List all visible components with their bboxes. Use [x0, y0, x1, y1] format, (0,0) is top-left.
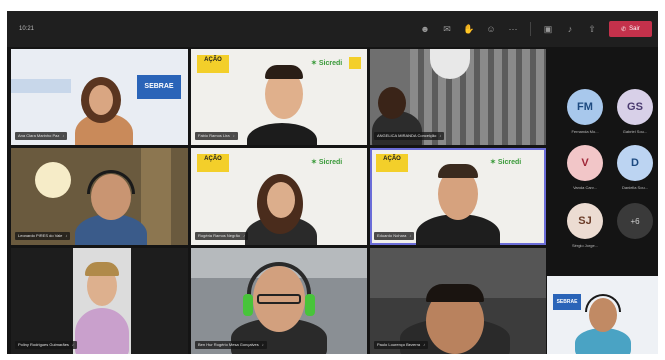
participant-head	[378, 87, 406, 119]
video-tile[interactable]: Leonardo PIRES do Vale ♪	[11, 148, 188, 245]
more-icon[interactable]: ⋯	[504, 20, 522, 38]
participant-name: Ana Clara Marinho Paz ♪	[15, 132, 68, 140]
participant-label: Vanda Carv...	[573, 185, 597, 190]
tile-background	[11, 79, 71, 93]
video-tile[interactable]: Paulo Lourenço Bezerra ♪	[370, 248, 546, 354]
toolbar-divider	[530, 22, 531, 36]
mic-off-icon: ♪	[439, 133, 442, 138]
participant-hair	[265, 65, 303, 79]
participant-name: Poliny Rodrigues Guimarães ♪	[15, 341, 77, 349]
sicredi-logo: ✶ Sicredi	[490, 158, 522, 167]
participant-name: Fabio Ramos Lira ♪	[195, 132, 238, 140]
leave-label: Sair	[629, 26, 640, 32]
participant-name: Paulo Lourenço Bezerra ♪	[374, 341, 429, 349]
mic-icon[interactable]: ♪	[561, 20, 579, 38]
camera-icon[interactable]: ▣	[539, 20, 557, 38]
participant-label: Fernanda Mo...	[571, 129, 599, 134]
participant-avatar[interactable]: FM	[567, 89, 603, 125]
event-banner: AÇÃO	[197, 154, 229, 172]
wall-light	[35, 162, 71, 198]
video-tile[interactable]: SEBRAE Ana Clara Marinho Paz ♪	[11, 49, 188, 145]
participant-label: Sérgio Jorge...	[571, 243, 598, 248]
participant-hair	[438, 164, 478, 178]
leave-button[interactable]: ✆ Sair	[609, 21, 652, 37]
participant-name: Rogéria Ramos Negrão ♪	[195, 232, 249, 240]
participant-name: Ben Hur Rogério Mesa Gonçalves ♪	[195, 341, 267, 349]
phone-icon: ✆	[621, 26, 627, 33]
video-tile[interactable]: Poliny Rodrigues Guimarães ♪	[11, 248, 188, 354]
participant-name: ANGELICA MIRANDA Conceição ♪	[374, 132, 445, 140]
participant-hair	[85, 262, 119, 276]
headset-icon	[87, 170, 135, 194]
video-tile[interactable]: AÇÃO ✶ Sicredi Fabio Ramos Lira ♪	[191, 49, 367, 145]
headset-ear-right	[305, 294, 315, 316]
participant-name: Eduardo Nohara ♪	[374, 232, 415, 240]
participant-face	[267, 182, 295, 218]
chat-icon[interactable]: ✉	[438, 20, 456, 38]
sebrae-logo: SEBRAE	[553, 294, 581, 310]
participant-avatar[interactable]: V	[567, 145, 603, 181]
mic-off-icon: ♪	[71, 342, 74, 347]
mic-off-icon: ♪	[409, 233, 412, 238]
participant-avatar[interactable]: GS	[617, 89, 653, 125]
raise-hand-icon[interactable]: ✋	[460, 20, 478, 38]
mic-off-icon: ♪	[232, 133, 235, 138]
sicredi-logo: ✶ Sicredi	[311, 59, 343, 68]
participant-name: Leonardo PIRES do Vale ♪	[15, 232, 71, 240]
participant-label: Daniella Sou...	[621, 185, 648, 190]
video-tile[interactable]: Ben Hur Rogério Mesa Gonçalves ♪	[191, 248, 367, 354]
mic-off-icon: ♪	[261, 342, 264, 347]
video-tile[interactable]: ANGELICA MIRANDA Conceição ♪	[370, 49, 546, 145]
participant-body	[75, 308, 129, 354]
share-icon[interactable]: ⇧	[583, 20, 601, 38]
headset-ear-left	[243, 294, 253, 316]
mic-off-icon: ♪	[423, 342, 426, 347]
mic-off-icon: ♪	[65, 233, 68, 238]
meeting-timer: 10:21	[19, 26, 35, 32]
reactions-icon[interactable]: ☺	[482, 20, 500, 38]
video-tile-active-speaker[interactable]: AÇÃO ✶ Sicredi Eduardo Nohara ♪	[370, 148, 546, 245]
people-icon[interactable]: ☻	[416, 20, 434, 38]
participant-face	[89, 85, 113, 115]
event-banner: AÇÃO	[376, 154, 408, 172]
more-participants-button[interactable]: +6	[617, 203, 653, 239]
event-badge	[349, 57, 361, 69]
participant-avatar[interactable]: SJ	[567, 203, 603, 239]
self-view-tile[interactable]: SEBRAE	[547, 276, 658, 354]
mic-off-icon: ♪	[243, 233, 246, 238]
participant-body	[247, 123, 317, 145]
participant-label: Gabriel Sou...	[622, 129, 648, 134]
participant-avatar[interactable]: D	[617, 145, 653, 181]
headset-icon	[585, 294, 621, 312]
video-tile[interactable]: AÇÃO ✶ Sicredi Rogéria Ramos Negrão ♪	[191, 148, 367, 245]
meeting-window: 10:21 ☻ ✉ ✋ ☺ ⋯ ▣ ♪ ⇧ ✆ Sair SEBRAE Ana …	[7, 11, 658, 354]
participant-roster: FM Fernanda Mo... GS Gabriel Sou... V Va…	[547, 47, 658, 287]
sebrae-logo: SEBRAE	[137, 75, 181, 99]
sicredi-logo: ✶ Sicredi	[311, 158, 343, 167]
meeting-top-bar: 10:21 ☻ ✉ ✋ ☺ ⋯ ▣ ♪ ⇧ ✆ Sair	[7, 11, 658, 47]
participant-hair	[426, 284, 484, 302]
event-banner: AÇÃO	[197, 55, 229, 73]
mic-off-icon: ♪	[62, 133, 65, 138]
meeting-controls: ☻ ✉ ✋ ☺ ⋯ ▣ ♪ ⇧ ✆ Sair	[416, 19, 652, 39]
